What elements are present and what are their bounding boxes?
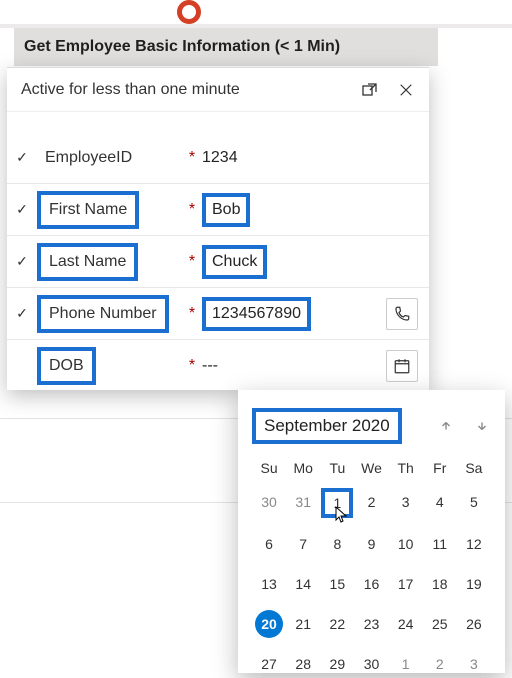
panel-subtitle: Active for less than one minute [21, 81, 361, 99]
calendar-day[interactable]: 25 [426, 610, 454, 638]
close-icon[interactable] [397, 81, 415, 99]
calendar-grid: SuMoTuWeThFrSa30311234567891011121314151… [252, 460, 491, 678]
required-star: * [182, 201, 202, 219]
check-icon: ✓ [7, 149, 37, 166]
field-label: DOB [37, 347, 96, 385]
weekday-label: We [354, 460, 388, 476]
step-header[interactable]: Get Employee Basic Information (< 1 Min) [14, 28, 438, 66]
calendar-day[interactable]: 5 [460, 488, 488, 516]
required-star: * [182, 357, 202, 375]
check-icon: ✓ [7, 305, 37, 322]
field-value[interactable]: 1234567890 [202, 297, 311, 331]
field-row: DOB *--- [7, 340, 429, 392]
calendar-day[interactable]: 8 [323, 530, 351, 558]
field-value[interactable]: --- [202, 353, 218, 379]
calendar-day[interactable]: 16 [357, 570, 385, 598]
calendar-day[interactable]: 18 [426, 570, 454, 598]
calendar-day[interactable]: 3 [392, 488, 420, 516]
calendar-day[interactable]: 31 [289, 488, 317, 516]
calendar-day[interactable]: 14 [289, 570, 317, 598]
calendar-day[interactable]: 4 [426, 488, 454, 516]
prev-month-icon[interactable] [437, 417, 455, 435]
step-node-icon [177, 0, 201, 24]
calendar-day[interactable]: 9 [357, 530, 385, 558]
form: ✓EmployeeID*1234✓First Name*Bob✓Last Nam… [7, 112, 429, 392]
weekday-label: Sa [457, 460, 491, 476]
step-title: Get Employee Basic Information (< 1 Min) [24, 38, 340, 56]
weekday-label: Th [389, 460, 423, 476]
check-icon: ✓ [7, 201, 37, 218]
field-row: ✓EmployeeID *1234 [7, 132, 429, 184]
calendar-day[interactable]: 21 [289, 610, 317, 638]
popout-icon[interactable] [361, 81, 379, 99]
field-label: Last Name [37, 243, 138, 281]
field-value[interactable]: Bob [202, 193, 250, 227]
calendar-day[interactable]: 13 [255, 570, 283, 598]
check-icon: ✓ [7, 253, 37, 270]
details-panel: Active for less than one minute ✓Employe… [7, 67, 429, 390]
calendar-day[interactable]: 10 [392, 530, 420, 558]
calendar-day[interactable]: 15 [323, 570, 351, 598]
calendar-day[interactable]: 23 [357, 610, 385, 638]
calendar-day[interactable]: 19 [460, 570, 488, 598]
calendar-day[interactable]: 11 [426, 530, 454, 558]
calendar-day[interactable]: 6 [255, 530, 283, 558]
panel-header: Active for less than one minute [7, 68, 429, 112]
next-month-icon[interactable] [473, 417, 491, 435]
required-star: * [182, 149, 202, 167]
calendar-day[interactable]: 7 [289, 530, 317, 558]
field-label: Phone Number [37, 295, 169, 333]
phone-icon[interactable] [381, 296, 423, 332]
calendar-day[interactable]: 20 [255, 610, 283, 638]
calendar-day[interactable]: 30 [255, 488, 283, 516]
weekday-label: Fr [423, 460, 457, 476]
calendar-day[interactable]: 22 [323, 610, 351, 638]
calendar-day[interactable]: 1 [321, 488, 353, 518]
date-picker: September 2020 SuMoTuWeThFrSa30311234567… [238, 390, 505, 673]
month-year-button[interactable]: September 2020 [252, 408, 402, 444]
calendar-day[interactable]: 26 [460, 610, 488, 638]
required-star: * [182, 305, 202, 323]
required-star: * [182, 253, 202, 271]
weekday-label: Tu [320, 460, 354, 476]
field-label: First Name [37, 191, 139, 229]
calendar-day[interactable]: 12 [460, 530, 488, 558]
field-value[interactable]: Chuck [202, 245, 267, 279]
calendar-icon[interactable] [381, 348, 423, 384]
calendar-day[interactable]: 2 [357, 488, 385, 516]
calendar-day[interactable]: 17 [392, 570, 420, 598]
weekday-label: Mo [286, 460, 320, 476]
calendar-day[interactable]: 24 [392, 610, 420, 638]
weekday-label: Su [252, 460, 286, 476]
field-row: ✓First Name *Bob [7, 184, 429, 236]
field-row: ✓Last Name *Chuck [7, 236, 429, 288]
mouse-cursor-icon [335, 506, 349, 530]
field-label: EmployeeID [37, 143, 140, 173]
field-value[interactable]: 1234 [202, 145, 238, 171]
field-row: ✓Phone Number *1234567890 [7, 288, 429, 340]
